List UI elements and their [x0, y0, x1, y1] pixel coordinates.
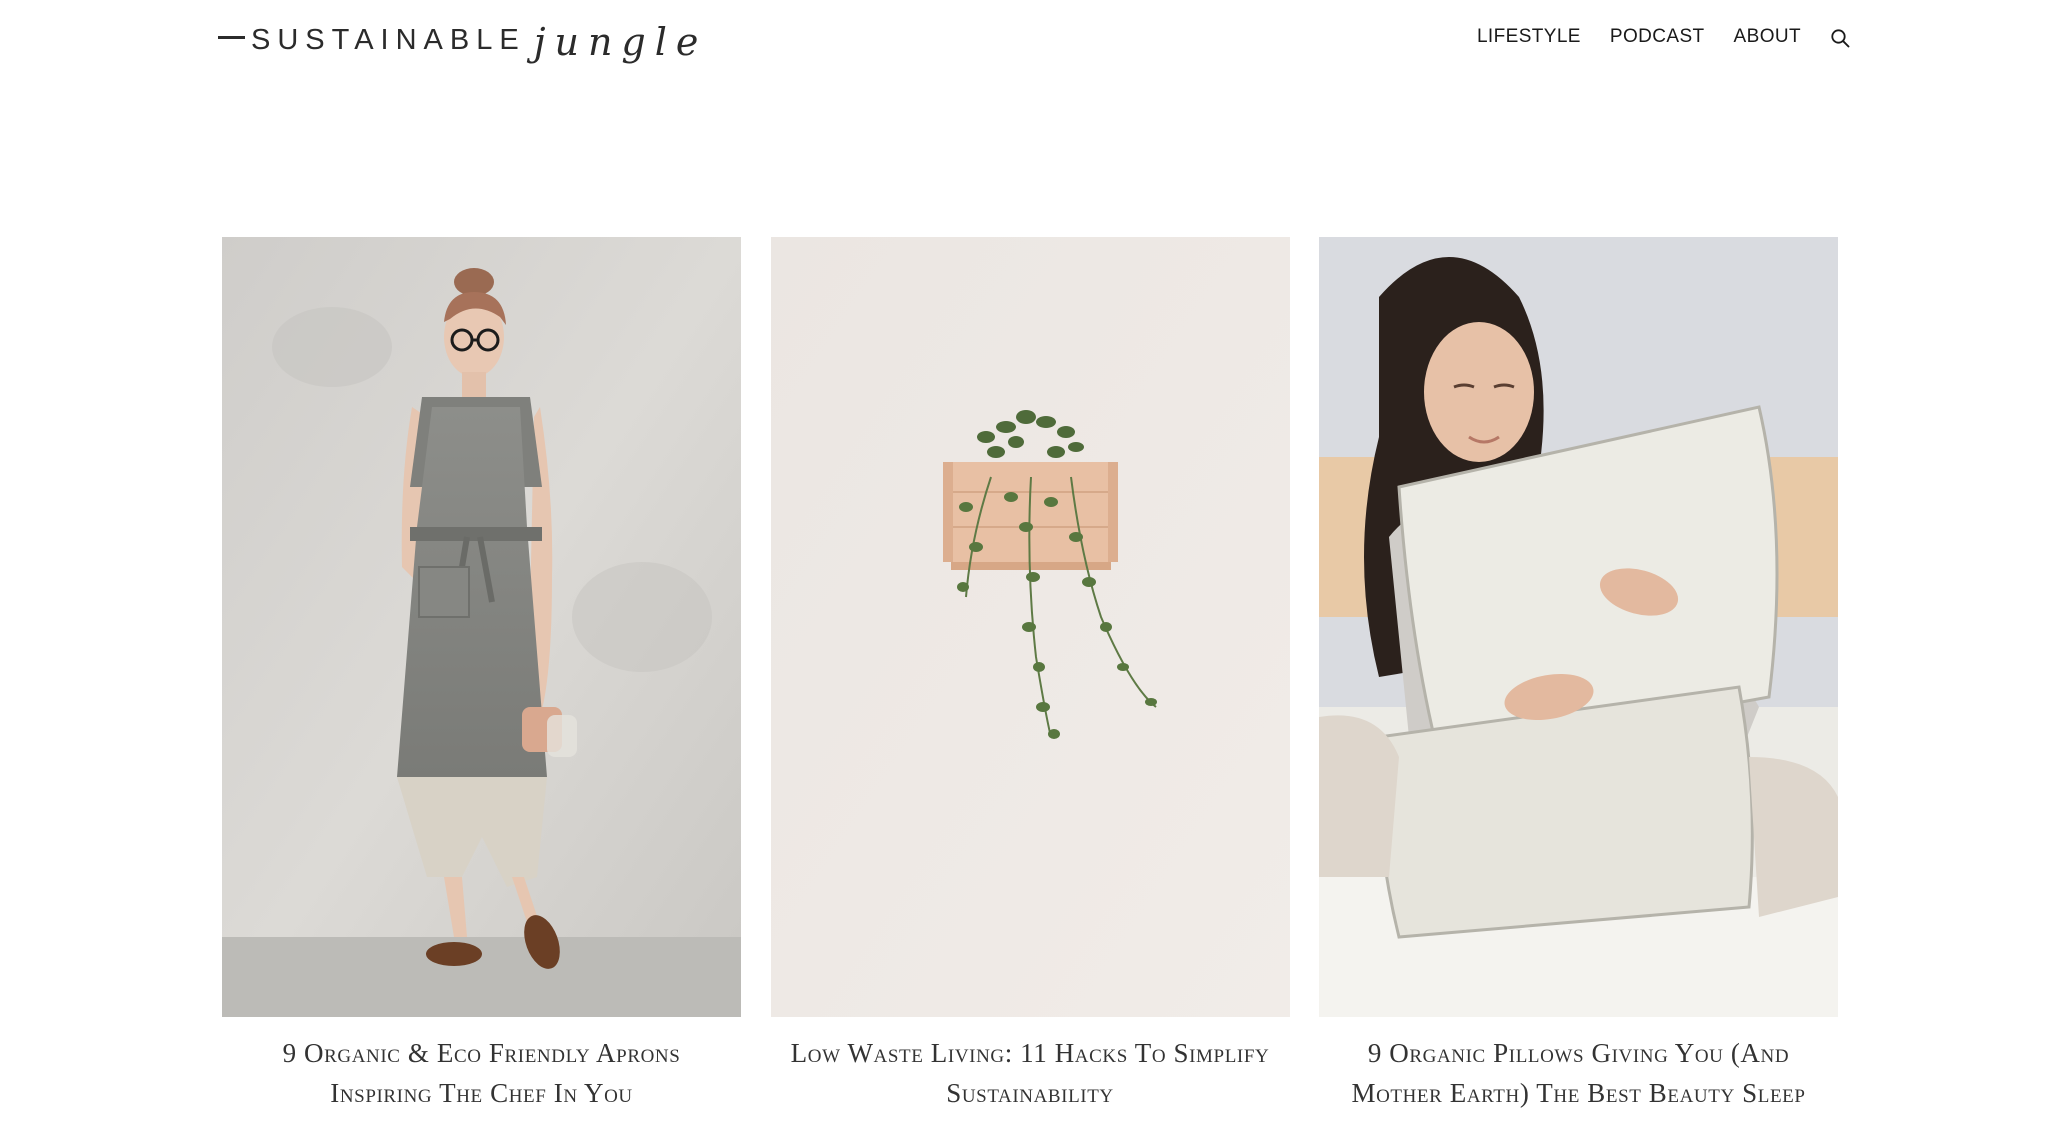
- post-card: Low Waste Living: 11 Hacks To Simplify S…: [770, 237, 1290, 1113]
- nav-item-lifestyle[interactable]: LIFESTYLE: [1477, 26, 1581, 48]
- post-title-link[interactable]: 9 Organic & Eco Friendly Aprons Inspirin…: [222, 1033, 741, 1113]
- post-image-link[interactable]: [222, 237, 741, 1017]
- logo-script-text: jungle: [533, 20, 708, 64]
- site-logo[interactable]: SUSTAINABLE jungle: [218, 14, 707, 64]
- nav-item-about[interactable]: ABOUT: [1734, 26, 1801, 48]
- main-nav: LIFESTYLE PODCAST ABOUT: [1477, 26, 1850, 48]
- apron-photo: [222, 237, 741, 1017]
- plant-photo: [770, 237, 1290, 1017]
- pillow-photo: [1319, 237, 1838, 1017]
- nav-item-podcast[interactable]: PODCAST: [1610, 26, 1705, 48]
- post-grid: 9 Organic & Eco Friendly Aprons Inspirin…: [222, 237, 1838, 1113]
- search-icon[interactable]: [1830, 28, 1850, 48]
- site-header: SUSTAINABLE jungle LIFESTYLE PODCAST ABO…: [0, 0, 2048, 80]
- post-image-link[interactable]: [770, 237, 1290, 1017]
- post-image-link[interactable]: [1319, 237, 1838, 1017]
- post-title-link[interactable]: 9 Organic Pillows Giving You (And Mother…: [1319, 1033, 1838, 1113]
- logo-dash: [218, 36, 245, 39]
- post-card: 9 Organic & Eco Friendly Aprons Inspirin…: [222, 237, 741, 1113]
- post-card: 9 Organic Pillows Giving You (And Mother…: [1319, 237, 1838, 1113]
- logo-text: SUSTAINABLE: [251, 24, 526, 56]
- post-title-link[interactable]: Low Waste Living: 11 Hacks To Simplify S…: [771, 1033, 1290, 1113]
